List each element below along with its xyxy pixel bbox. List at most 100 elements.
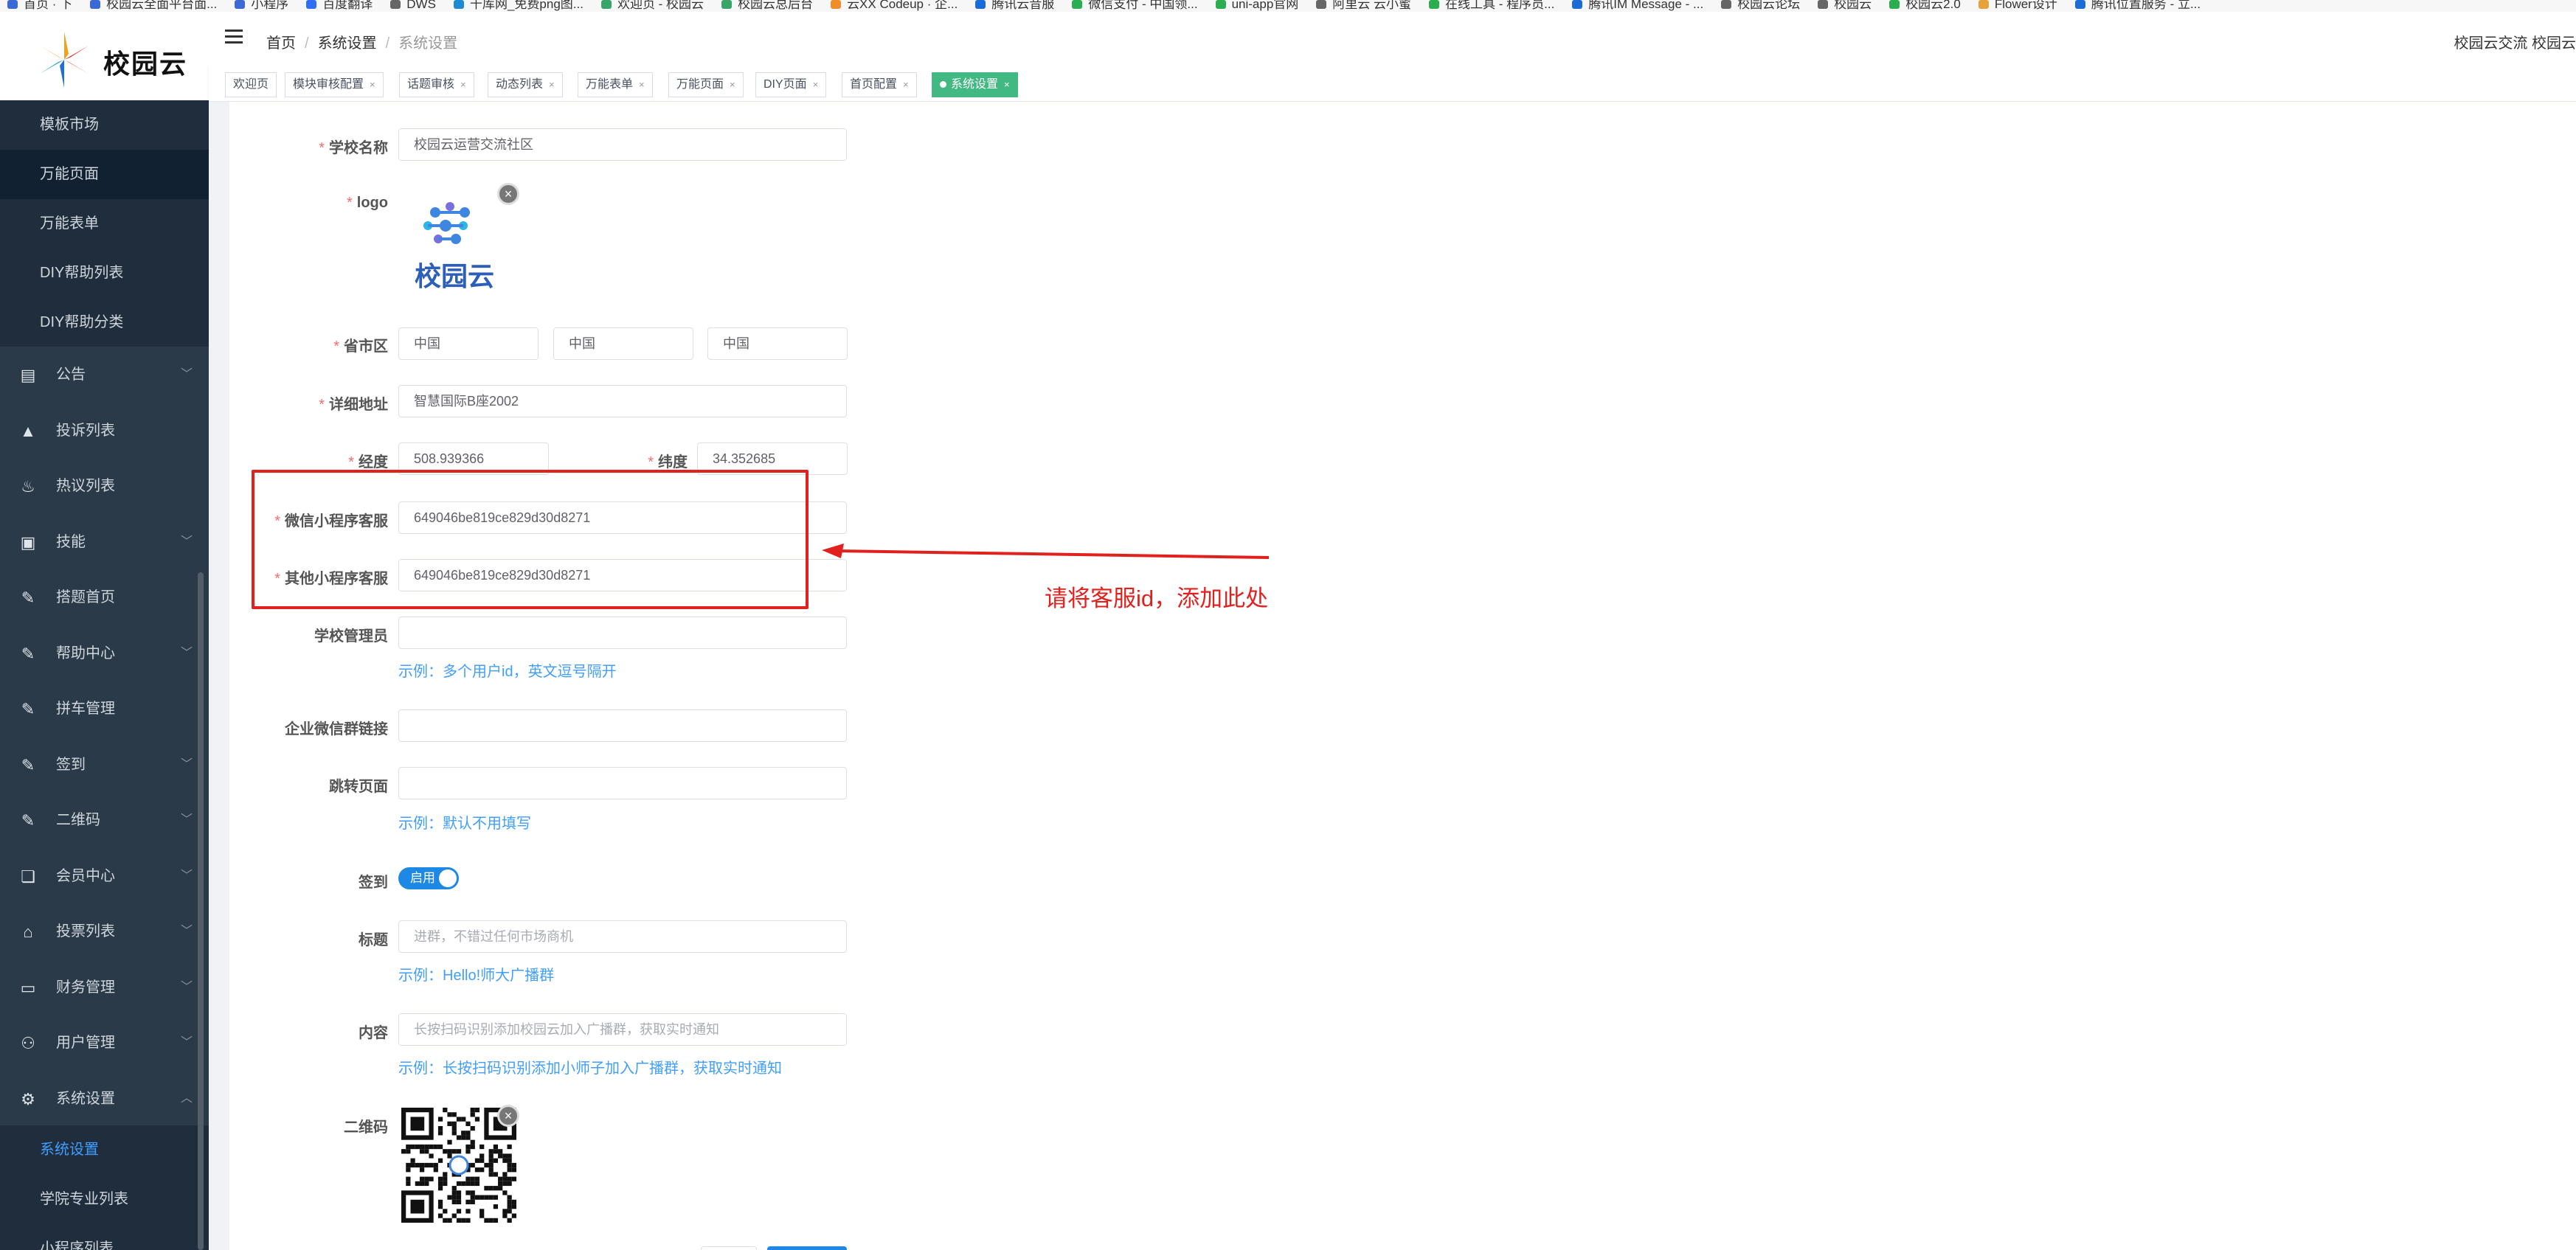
cancel-button[interactable] [701,1246,757,1250]
edit-icon: ✎ [21,700,35,718]
sidebar-menu-item[interactable]: ♨ 热议列表 [0,458,209,514]
bookmark-item[interactable]: 校园云论坛 [1721,0,1800,10]
chevron-icon: ﹀ [180,757,193,771]
bookmark-item[interactable]: 腾讯IM Message - ... [1572,0,1703,10]
wecom-link-input[interactable] [398,709,847,742]
sidebar-menu-item[interactable]: ✎ 二维码 ﹀ [0,792,209,848]
bookmark-item[interactable]: 百度翻译 [306,0,373,10]
bookmark-item[interactable]: uni-app官网 [1215,0,1298,10]
address-input[interactable]: 智慧国际B座2002 [398,385,847,417]
close-icon[interactable]: × [639,79,645,90]
breadcrumb-system[interactable]: 系统设置 [318,35,377,52]
close-icon[interactable]: × [903,79,909,90]
checkin-switch[interactable]: 启用 [398,867,459,889]
bookmark-item[interactable]: 微信支付 - 中国领... [1072,0,1198,11]
sidebar-menu-item[interactable]: ⚇ 用户管理 ﹀ [0,1015,209,1071]
address-label: * 详细地址 [319,397,388,413]
sidebar-item-system-settings-sub[interactable]: 系统设置 [0,1125,209,1175]
title-input[interactable]: 进群，不错过任何市场商机 [398,920,847,953]
school-name-input[interactable]: 校园云运营交流社区 [398,128,847,161]
bookmark-item[interactable]: 在线工具 - 程序员... [1429,0,1554,10]
bookmark-favicon-icon [1429,0,1440,9]
tab-universal-form[interactable]: 万能表单 × [578,72,653,97]
bookmark-item[interactable]: 腾讯云音服 [975,0,1054,10]
remove-qrcode-icon[interactable]: × [497,1105,519,1127]
tab-diy-page[interactable]: DIY页面 × [755,72,827,97]
bookmark-label: 首页 · 下 [24,0,73,11]
sidebar-scrollbar[interactable] [198,572,204,1250]
sidebar-item-miniprogram-list[interactable]: 小程序列表 [0,1224,209,1250]
bookmark-favicon-icon [7,0,18,9]
sidebar-menu-item[interactable]: ✎ 签到 ﹀ [0,736,209,793]
bookmark-item[interactable]: DWS [390,0,436,10]
close-icon[interactable]: × [1004,79,1010,90]
sidebar-item-template-market[interactable]: 模板市场 [0,100,209,150]
jump-page-input[interactable] [398,767,847,799]
bookmark-item[interactable]: 千库网_免费png图... [453,0,584,11]
bookmark-label: 千库网_免费png图... [469,0,584,11]
bookmark-item[interactable]: 阿里云 云小蜜 [1316,0,1411,10]
bookmark-item[interactable]: 首页 · 下 [7,0,73,11]
sidebar-menu-item[interactable]: ✎ 拼车管理 [0,681,209,737]
bookmark-item[interactable]: 腾讯位置服务 - 立... [2074,0,2201,10]
sidebar-menu-label: 技能 [56,533,86,550]
menu-toggle-icon[interactable] [225,29,243,46]
sidebar-menu-item[interactable]: ❏ 会员中心 ﹀ [0,847,209,904]
bookmark-item[interactable]: 校园云总后台 [721,0,813,10]
sidebar-menu-item[interactable]: ✎ 帮助中心 ﹀ [0,625,209,681]
bookmark-item[interactable]: 欢迎页 - 校园云 [600,0,704,10]
city-select[interactable]: 中国 [553,327,693,360]
province-select[interactable]: 中国 [398,327,539,360]
sidebar-item-universal-form[interactable]: 万能表单 [0,199,209,249]
sidebar-menu-item[interactable]: ⌂ 投票列表 ﹀ [0,903,209,959]
tab-welcome[interactable]: 欢迎页 [225,72,277,97]
remove-logo-icon[interactable]: × [497,183,519,205]
bookmark-item[interactable]: 校园云2.0 [1889,0,1961,10]
tab-feed-list[interactable]: 动态列表 × [488,72,563,97]
sidebar-item-label: 万能表单 [40,215,99,232]
bookmark-item[interactable]: 小程序 [235,0,288,10]
close-icon[interactable]: × [813,79,819,90]
sidebar-menu-item[interactable]: ▲ 投诉列表 [0,402,209,459]
content-input[interactable]: 长按扫码识别添加校园云加入广播群，获取实时通知 [398,1013,847,1046]
tab-label: 欢迎页 [233,78,269,91]
breadcrumb-home[interactable]: 首页 [266,35,296,52]
tab-home-config[interactable]: 首页配置 × [842,72,917,97]
bookmark-item[interactable]: 云XX Codeup · 企... [831,0,958,10]
sidebar-menu-item[interactable]: ▤ 公告 ﹀ [0,347,209,403]
close-icon[interactable]: × [730,79,735,90]
tabs-bar: 欢迎页 模块审核配置 × 话题审核 × 动态列表 × 万能表单 × 万能页面 × DIY页… [209,65,2576,102]
user-name[interactable]: 校园云交流 校园云 [2454,31,2576,52]
annotation-text: 请将客服id，添加此处 [1045,586,1269,611]
bookmark-item[interactable]: 校园云 [1818,0,1872,10]
tab-label: 系统设置 [951,78,999,91]
tab-universal-page[interactable]: 万能页面 × [668,72,744,97]
submit-button[interactable] [767,1246,847,1250]
close-icon[interactable]: × [370,79,375,90]
sidebar-menu-item[interactable]: ⚙ 系统设置 ︿ [0,1070,209,1127]
bookmark-favicon-icon [600,0,612,9]
close-icon[interactable]: × [549,79,555,90]
sidebar-item-diy-help-category[interactable]: DIY帮助分类 [0,298,209,347]
bookmark-item[interactable]: Flower设计 [1978,0,2057,10]
tab-module-review[interactable]: 模块审核配置 × [285,72,384,97]
bookmark-label: 微信支付 - 中国领... [1088,0,1198,11]
logo-area[interactable]: 校园云 [0,12,209,100]
tab-topic-review[interactable]: 话题审核 × [399,72,474,97]
district-select[interactable]: 中国 [707,327,848,360]
bookmark-item[interactable]: 校园云全面平台面... [90,0,217,10]
sidebar-menu-item[interactable]: ▣ 技能 ﹀ [0,513,209,570]
sidebar-menu-label: 财务管理 [56,979,115,996]
breadcrumb-current: 系统设置 [398,35,458,52]
admins-input[interactable] [398,617,847,649]
tab-system-settings[interactable]: 系统设置 × [932,72,1018,97]
sidebar-item-diy-help-list[interactable]: DIY帮助列表 [0,249,209,298]
chevron-icon: ﹀ [180,869,193,882]
sidebar-item-universal-page[interactable]: 万能页面 [0,150,209,199]
sidebar-item-college-majors[interactable]: 学院专业列表 [0,1175,209,1224]
logo-text: 校园云 [103,49,188,79]
sidebar-menu-item[interactable]: ▭ 财务管理 ﹀ [0,959,209,1015]
close-icon[interactable]: × [460,79,466,90]
chevron-icon: ︿ [180,1091,193,1105]
sidebar-menu-item[interactable]: ✎ 搭题首页 [0,569,209,625]
